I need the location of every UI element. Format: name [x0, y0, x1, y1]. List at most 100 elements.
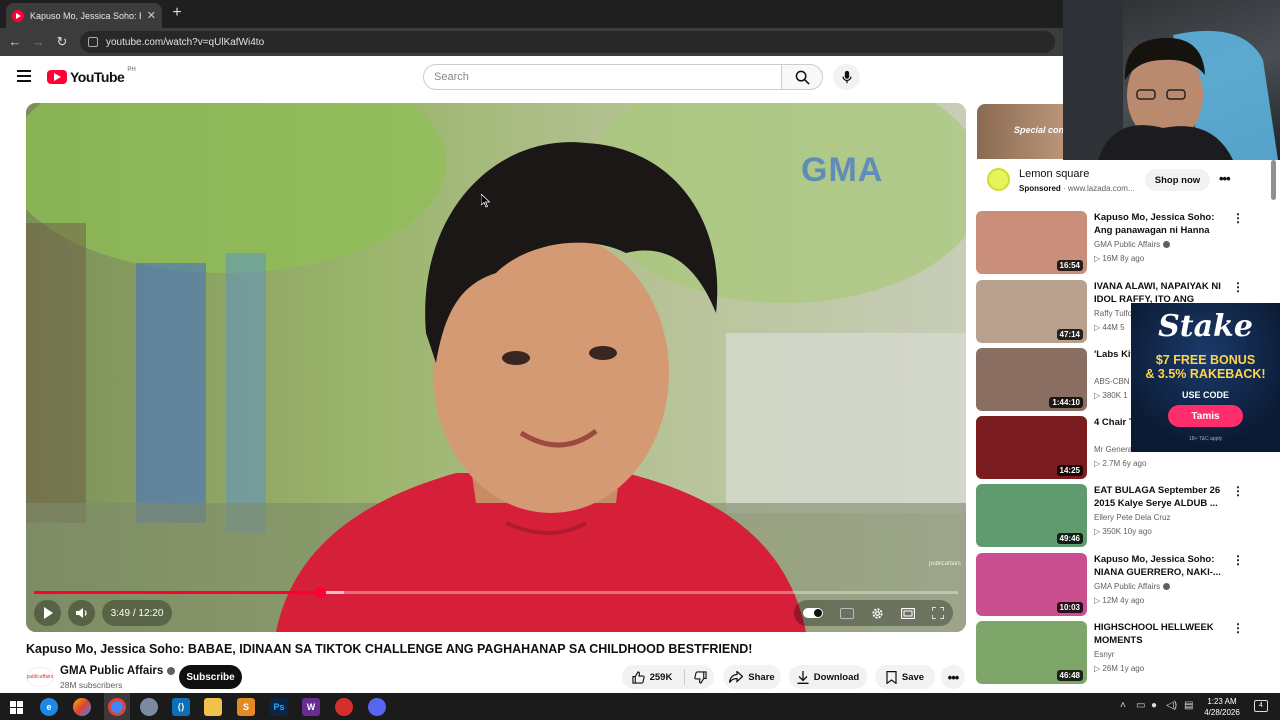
recommendation-more-icon[interactable]: ⋮: [1232, 621, 1244, 635]
recommendation-title[interactable]: EAT BULAGA September 26 2015 Kalye Serye…: [1094, 484, 1229, 510]
autoplay-toggle[interactable]: [802, 608, 823, 618]
download-button[interactable]: Download: [789, 665, 867, 689]
edge-icon[interactable]: e: [40, 698, 58, 716]
stake-bonus-line1: $7 FREE BONUS: [1155, 353, 1256, 367]
recommendation-item[interactable]: 16:54 Kapuso Mo, Jessica Soho: Ang panaw…: [976, 211, 1266, 275]
like-button[interactable]: 259K: [622, 670, 682, 684]
sidebar-scrollbar[interactable]: [1271, 160, 1276, 200]
chrome-icon[interactable]: [108, 698, 126, 716]
keyboard-icon[interactable]: ▤: [1184, 700, 1193, 711]
video-thumbnail[interactable]: 10:03: [976, 553, 1087, 616]
settings-gear-icon[interactable]: [871, 607, 884, 620]
save-button[interactable]: Save: [875, 665, 935, 689]
upload-age: 8y ago: [1120, 254, 1145, 263]
photoshop-icon[interactable]: Ps: [270, 698, 288, 716]
recommendation-meta: ▷ 2.7M 6y ago: [1094, 459, 1147, 468]
more-actions-button[interactable]: •••: [941, 665, 965, 689]
recommendation-item[interactable]: 49:46 EAT BULAGA September 26 2015 Kalye…: [976, 484, 1266, 548]
dislike-button[interactable]: [687, 670, 714, 684]
video-thumbnail[interactable]: 14:25: [976, 416, 1087, 479]
mic-tray-icon[interactable]: ●: [1151, 700, 1157, 711]
youtube-logo[interactable]: YouTube PH: [47, 67, 136, 85]
site-info-icon[interactable]: [88, 37, 98, 47]
video-thumbnail[interactable]: 16:54: [976, 211, 1087, 274]
recommendation-meta: ▷ 16M 8y ago: [1094, 254, 1145, 263]
recommendation-more-icon[interactable]: ⋮: [1232, 553, 1244, 567]
tray-chevron-icon[interactable]: ˄: [1120, 700, 1126, 711]
subscribe-button[interactable]: Subscribe: [179, 665, 242, 689]
ad-info: Lemon square Sponsored · www.lazada.com.…: [977, 160, 1263, 200]
upload-age: 1: [1123, 391, 1128, 400]
video-thumbnail[interactable]: 49:46: [976, 484, 1087, 547]
voice-search-button[interactable]: [833, 64, 860, 90]
ad-banner-text: Special con: [1014, 125, 1065, 135]
color-app-icon[interactable]: [73, 698, 91, 716]
video-thumbnail[interactable]: 47:14: [976, 280, 1087, 343]
shop-now-button[interactable]: Shop now: [1145, 169, 1210, 191]
close-tab-icon[interactable]: ✕: [147, 9, 156, 22]
wamp-icon[interactable]: W: [302, 698, 320, 716]
volume-button[interactable]: [68, 600, 95, 626]
file-explorer-icon[interactable]: [204, 698, 222, 716]
menu-icon[interactable]: [17, 70, 31, 82]
tab-title: Kapuso Mo, Jessica Soho: BABAE: [30, 10, 141, 21]
advertiser-name[interactable]: Lemon square: [1019, 168, 1089, 180]
channel-name-link[interactable]: GMA Public Affairs: [60, 665, 176, 677]
recommendation-item[interactable]: 10:03 Kapuso Mo, Jessica Soho: NIANA GUE…: [976, 553, 1266, 617]
search-button[interactable]: [781, 64, 823, 90]
record-app-icon[interactable]: [335, 698, 353, 716]
mail-app-icon[interactable]: [140, 698, 158, 716]
video-thumbnail[interactable]: 1:44:10: [976, 348, 1087, 411]
fullscreen-icon[interactable]: [932, 607, 945, 619]
bookmark-icon: [886, 670, 897, 684]
mouse-cursor-icon: [481, 194, 490, 208]
network-icon[interactable]: ▭: [1136, 700, 1145, 711]
recommendation-title[interactable]: Kapuso Mo, Jessica Soho: Ang panawagan n…: [1094, 211, 1229, 237]
save-label: Save: [901, 671, 925, 683]
speaker-icon[interactable]: ◁): [1166, 700, 1177, 711]
browser-tab[interactable]: Kapuso Mo, Jessica Soho: BABAE ✕: [6, 3, 162, 28]
search-input[interactable]: [423, 64, 781, 90]
recommendation-channel-line: Esnyr: [1094, 650, 1114, 659]
stake-bonus-line2: & 3.5% RAKEBACK!: [1145, 367, 1266, 381]
play-button[interactable]: [34, 600, 61, 626]
stake-terms: 18+ T&C apply: [1188, 436, 1223, 442]
back-icon[interactable]: ←: [6, 33, 24, 51]
video-thumbnail[interactable]: 46:48: [976, 621, 1087, 684]
new-tab-button[interactable]: +: [168, 4, 186, 22]
channel-avatar[interactable]: publicaffairs: [26, 667, 54, 687]
recommendation-title[interactable]: Kapuso Mo, Jessica Soho: NIANA GUERRERO,…: [1094, 553, 1229, 579]
system-clock[interactable]: 1:23 AM 4/28/2026: [1200, 696, 1244, 718]
vscode-icon[interactable]: ⟨⟩: [172, 698, 190, 716]
recommendation-more-icon[interactable]: ⋮: [1232, 484, 1244, 498]
view-count: 26M: [1102, 664, 1118, 673]
clock-date: 4/28/2026: [1204, 708, 1240, 717]
view-count: 44M: [1102, 323, 1118, 332]
view-count: 12M: [1102, 596, 1118, 605]
reload-icon[interactable]: ↻: [53, 33, 71, 51]
forward-icon[interactable]: →: [29, 33, 47, 51]
recommendation-more-icon[interactable]: ⋮: [1232, 280, 1244, 294]
recommendation-meta: ▷ 350K 10y ago: [1094, 527, 1152, 536]
windows-start-icon[interactable]: [7, 698, 25, 716]
recommendation-item[interactable]: 46:48 HIGHSCHOOL HELLWEEK MOMENTS Esnyr …: [976, 621, 1266, 685]
ad-more-icon[interactable]: •••: [1219, 171, 1231, 186]
recommendation-meta: ▷ 380K 1: [1094, 391, 1128, 400]
recommendation-more-icon[interactable]: ⋮: [1232, 211, 1244, 225]
progress-bar[interactable]: [34, 587, 958, 598]
verified-badge-icon: [1163, 583, 1171, 590]
recommendation-channel-line: Ellery Pete Dela Cruz: [1094, 513, 1170, 522]
recommendation-title[interactable]: HIGHSCHOOL HELLWEEK MOMENTS: [1094, 621, 1229, 647]
sublime-text-icon[interactable]: S: [237, 698, 255, 716]
verified-badge-icon: [1163, 241, 1171, 248]
notification-icon[interactable]: 4: [1254, 700, 1268, 712]
theater-mode-icon[interactable]: [901, 607, 916, 619]
view-count: 16M: [1102, 254, 1118, 263]
advertiser-logo[interactable]: [987, 168, 1010, 191]
video-player[interactable]: GMA publicaffairs 3:49 / 12:20: [26, 103, 966, 632]
subtitles-icon[interactable]: [839, 607, 854, 619]
video-duration: 10:03: [1056, 602, 1083, 613]
address-bar[interactable]: youtube.com/watch?v=qUlKafWi4to: [80, 31, 1055, 53]
share-button[interactable]: Share: [723, 665, 781, 689]
discord-icon[interactable]: [368, 698, 386, 716]
